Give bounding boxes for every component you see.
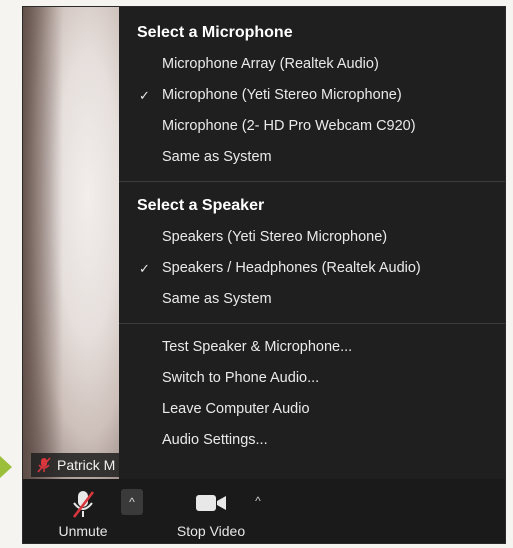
participant-name: Patrick M [57, 457, 116, 473]
microphone-item-label: Microphone Array (Realtek Audio) [162, 56, 379, 72]
microphone-item[interactable]: Same as System [119, 142, 505, 173]
audio-action-item-label: Audio Settings... [162, 432, 268, 448]
microphone-list: Microphone Array (Realtek Audio) ✓ Microph… [119, 49, 505, 173]
microphone-section-title: Select a Microphone [137, 24, 293, 41]
unmute-button[interactable]: Unmute [43, 479, 123, 543]
microphone-item[interactable]: Microphone Array (Realtek Audio) [119, 49, 505, 80]
microphone-item-label: Microphone (Yeti Stereo Microphone) [162, 87, 402, 103]
zoom-window: Patrick M Select a Microphone Microphone… [22, 6, 506, 544]
speaker-item[interactable]: ✓ Speakers / Headphones (Realtek Audio) [119, 253, 505, 284]
checkmark-icon: ✓ [139, 88, 150, 103]
speaker-item-label: Speakers (Yeti Stereo Microphone) [162, 229, 388, 245]
mic-muted-icon [37, 457, 51, 473]
menu-divider [119, 323, 505, 324]
audio-action-item-label: Switch to Phone Audio... [162, 370, 320, 386]
video-camera-icon [196, 495, 226, 511]
audio-action-item-label: Leave Computer Audio [162, 401, 310, 417]
video-shadow [23, 7, 63, 479]
microphone-item-label: Same as System [162, 149, 272, 165]
audio-action-item[interactable]: Switch to Phone Audio... [119, 363, 505, 394]
audio-action-item[interactable]: Audio Settings... [119, 425, 505, 456]
checkmark-icon: ✓ [139, 261, 150, 276]
audio-options-caret-button[interactable]: ^ [121, 489, 143, 515]
video-options-caret-button[interactable]: ^ [250, 491, 266, 511]
pointer-arrow-icon [0, 456, 12, 478]
speaker-item-label: Speakers / Headphones (Realtek Audio) [162, 260, 421, 276]
stop-video-label: Stop Video [176, 523, 246, 539]
microphone-item-label: Microphone (2- HD Pro Webcam C920) [162, 118, 416, 134]
audio-action-item[interactable]: Test Speaker & Microphone... [119, 332, 505, 363]
audio-action-item-label: Test Speaker & Microphone... [162, 339, 353, 355]
speaker-item[interactable]: Same as System [119, 284, 505, 315]
speaker-item-label: Same as System [162, 291, 272, 307]
meeting-toolbar: Unmute ^ Stop Video ^ [23, 479, 505, 543]
unmute-label: Unmute [58, 523, 108, 539]
audio-actions-list: Test Speaker & Microphone... Switch to Ph… [119, 332, 505, 456]
speaker-item[interactable]: Speakers (Yeti Stereo Microphone) [119, 222, 505, 253]
microphone-item[interactable]: ✓ Microphone (Yeti Stereo Microphone) [119, 80, 505, 111]
speaker-section-title: Select a Speaker [137, 197, 265, 214]
participant-name-tag: Patrick M [31, 453, 122, 477]
mic-muted-icon [72, 491, 95, 518]
microphone-item[interactable]: Microphone (2- HD Pro Webcam C920) [119, 111, 505, 142]
menu-divider [119, 181, 505, 182]
speaker-list: Speakers (Yeti Stereo Microphone) ✓ Speake… [119, 222, 505, 315]
audio-action-item[interactable]: Leave Computer Audio [119, 394, 505, 425]
audio-options-menu: Select a Microphone Microphone Array (Re… [119, 7, 505, 479]
stop-video-button[interactable]: Stop Video [161, 479, 261, 543]
